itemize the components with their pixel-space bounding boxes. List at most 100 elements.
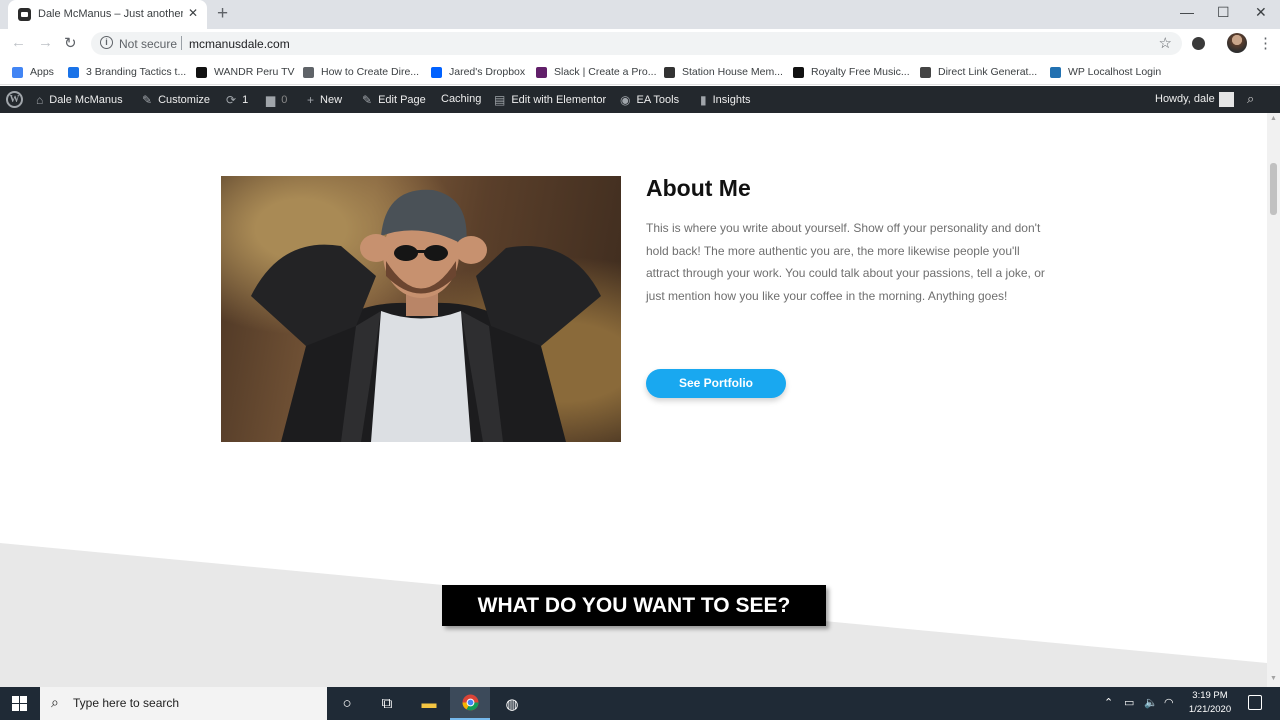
menu-kebab-icon[interactable]: ⋮ [1258,34,1273,52]
site-favicon-icon [18,8,31,21]
minimize-button[interactable]: — [1180,4,1194,20]
wp-caching[interactable]: Caching [441,93,481,105]
chrome-logo-icon [462,694,478,711]
clock-time: 3:19 PM [1192,690,1228,701]
wp-howdy[interactable]: Howdy, dale [1155,93,1215,105]
bookmark-item[interactable]: How to Create Dire... [303,64,419,80]
info-icon[interactable]: i [100,36,113,49]
about-heading: About Me [646,175,751,201]
browser-toolbar: ← → ↻ i Not secure mcmanusdale.com ☆ ⋮ [0,29,1280,58]
scrollbar-thumb[interactable] [1270,163,1277,215]
search-icon: ⌕ [51,694,59,710]
forward-arrow-icon[interactable]: → [38,34,53,51]
bookmark-label: 3 Branding Tactics t... [86,66,187,78]
address-separator [181,36,182,50]
file-explorer-icon[interactable]: ▬ [409,687,449,720]
wp-edit-page[interactable]: ✎ Edit Page [362,93,426,107]
slack-icon [536,66,547,78]
wp-insights-label: Insights [712,94,751,106]
url-text[interactable]: mcmanusdale.com [189,37,290,51]
address-bar[interactable]: i Not secure mcmanusdale.com ☆ [91,32,1182,55]
wp-site-name[interactable]: ⌂ Dale McManus [36,93,123,107]
bar-chart-icon: ▮ [700,93,707,107]
about-photo [221,176,621,442]
wp-new-label: New [320,94,343,106]
system-clock[interactable]: 3:19 PM 1/21/2020 [1185,689,1235,717]
windows-taskbar: ⌕ Type here to search ○ ⧉ ▬ ◍ ⌃ ▭ 🔈 ◠ 3:… [0,687,1280,720]
bookmark-label: How to Create Dire... [321,66,420,78]
see-portfolio-button[interactable]: See Portfolio [646,369,786,398]
page-scrollbar[interactable]: ▲ ▼ [1267,113,1280,687]
task-view-icon[interactable]: ⧉ [367,687,407,720]
link-gen-icon [920,66,931,78]
obs-icon[interactable]: ◍ [492,687,532,720]
globe-icon [303,66,314,78]
wp-comments[interactable]: ▆ 0 [266,93,287,107]
chrome-icon[interactable] [450,687,490,720]
notification-icon[interactable] [1248,695,1262,710]
new-tab-button[interactable]: + [217,3,228,25]
portrait-illustration [251,189,601,442]
cortana-icon[interactable]: ○ [327,687,367,720]
bookmark-label: Jared's Dropbox [449,66,526,78]
station-icon [664,66,675,78]
bookmark-item[interactable]: WP Localhost Login [1050,64,1161,80]
bookmark-item[interactable]: 3 Branding Tactics t... [68,64,186,80]
wp-edit-page-label: Edit Page [378,94,426,106]
wp-new[interactable]: + New [307,93,342,107]
browser-tab-strip: Dale McManus – Just another W ✕ + — ☐ ✕ [0,0,1280,29]
wandr-icon [196,66,207,78]
volume-icon[interactable]: 🔈 [1144,696,1158,709]
battery-icon[interactable]: ▭ [1124,696,1134,709]
music-icon [793,66,804,78]
bookmark-label: Station House Mem... [682,66,783,78]
bookmark-label: Royalty Free Music... [811,66,910,78]
back-arrow-icon[interactable]: ← [11,34,26,51]
profile-avatar[interactable] [1227,33,1247,53]
extension-icon[interactable] [1192,37,1205,50]
wp-edit-elementor-label: Edit with Elementor [511,94,607,106]
bookmark-item[interactable]: Station House Mem... [664,64,783,80]
wifi-icon[interactable]: ◠ [1164,696,1174,709]
bookmark-item[interactable]: Royalty Free Music... [793,64,910,80]
wordpress-logo-icon[interactable]: W [6,91,23,108]
tray-chevron-icon[interactable]: ⌃ [1104,696,1113,709]
bookmark-label: Slack | Create a Pro... [554,66,657,78]
wp-caching-label: Caching [441,93,482,105]
bookmark-star-icon[interactable]: ☆ [1159,34,1172,52]
search-icon[interactable]: ⌕ [1247,91,1254,107]
user-avatar[interactable] [1219,92,1234,107]
bookmark-item[interactable]: WANDR Peru TV [196,64,295,80]
bookmark-item[interactable]: Apps [12,64,54,80]
bookmark-label: WANDR Peru TV [214,66,295,78]
bookmark-label: WP Localhost Login [1068,66,1162,78]
windows-start-icon[interactable] [12,696,27,711]
scroll-down-icon[interactable]: ▼ [1270,675,1277,682]
wp-ea-tools[interactable]: ◉ EA Tools [620,93,679,107]
tab-title: Dale McManus – Just another W [38,8,183,20]
dropbox-icon [431,66,442,78]
wp-edit-elementor[interactable]: ▤ Edit with Elementor [494,93,606,107]
bookmark-label: Direct Link Generat... [938,66,1038,78]
wp-updates[interactable]: ⟳ 1 [226,93,248,107]
taskbar-search-box[interactable]: ⌕ Type here to search [40,687,327,720]
wp-customize[interactable]: ✎ Customize [142,93,210,107]
scroll-up-icon[interactable]: ▲ [1270,115,1277,122]
maximize-button[interactable]: ☐ [1217,4,1230,21]
reload-icon[interactable]: ↻ [64,34,77,52]
wp-insights[interactable]: ▮ Insights [700,93,751,107]
brush-icon: ✎ [142,93,153,107]
bookmark-item[interactable]: Slack | Create a Pro... [536,64,657,80]
wp-site-name-label: Dale McManus [49,94,123,106]
wp-customize-label: Customize [158,94,211,106]
tab-close-icon[interactable]: ✕ [188,6,198,20]
close-window-button[interactable]: ✕ [1255,4,1267,21]
comment-icon: ▆ [266,93,276,107]
browser-tab[interactable]: Dale McManus – Just another W ✕ [8,0,207,29]
security-label: Not secure [119,37,178,51]
page-content: About Me This is where you write about y… [0,113,1267,687]
clock-date: 1/21/2020 [1188,704,1232,715]
bookmark-item[interactable]: Jared's Dropbox [431,64,525,80]
wp-updates-count: 1 [242,94,249,106]
bookmark-item[interactable]: Direct Link Generat... [920,64,1037,80]
